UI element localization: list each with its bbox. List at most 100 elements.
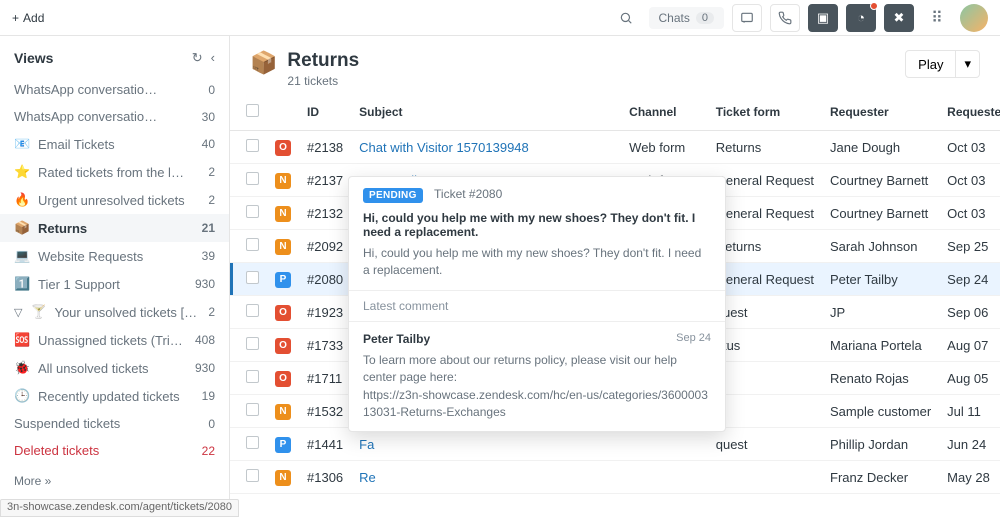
app-icon-3[interactable]: ✖ <box>884 4 914 32</box>
sidebar-item[interactable]: WhatsApp conversations - Unass…30 <box>0 103 229 130</box>
sidebar-item[interactable]: 📦Returns21 <box>0 214 229 242</box>
sidebar-item[interactable]: ⭐Rated tickets from the last 7 d…2 <box>0 158 229 186</box>
sidebar-item-count: 2 <box>208 305 215 319</box>
views-sidebar: Views ↻ ‹ WhatsApp conversations - Assig… <box>0 36 230 499</box>
table-row[interactable]: P#1441FaquestPhillip JordanJun 24- <box>230 428 1000 461</box>
cell-requester: Franz Decker <box>822 461 939 494</box>
popover-link[interactable]: https://z3n-showcase.zendesk.com/hc/en-u… <box>363 388 708 419</box>
sidebar-item[interactable]: 1️⃣Tier 1 Support930 <box>0 270 229 298</box>
table-row[interactable]: N#1150ShJohn CustomerApr 08- <box>230 494 1000 500</box>
col-subject[interactable]: Subject <box>351 98 621 131</box>
chats-pill[interactable]: Chats 0 <box>649 7 724 29</box>
status-badge: P <box>275 437 291 453</box>
sidebar-item-label: Email Tickets <box>38 137 115 152</box>
browser-status-bar: 3n-showcase.zendesk.com/agent/tickets/20… <box>0 499 239 517</box>
play-caret-button[interactable]: ▾ <box>956 50 980 78</box>
app-icon-2[interactable]: ◔ <box>846 4 876 32</box>
col-channel[interactable]: Channel <box>621 98 708 131</box>
conversations-icon[interactable] <box>732 4 762 32</box>
table-header-row: ID Subject Channel Ticket form Requester… <box>230 98 1000 131</box>
sidebar-item-count: 19 <box>202 389 215 403</box>
play-button-group: Play ▾ <box>905 50 980 78</box>
sidebar-item[interactable]: 🆘Unassigned tickets (Triage)408 <box>0 326 229 354</box>
col-id[interactable]: ID <box>299 98 351 131</box>
sidebar-item[interactable]: ▽🍸Your unsolved tickets [Skil…2 <box>0 298 229 326</box>
cell-requester: Jane Dough <box>822 131 939 164</box>
row-checkbox[interactable] <box>246 304 259 317</box>
sidebar-item[interactable]: Suspended tickets0 <box>0 410 229 437</box>
cell-requested: Aug 07 <box>939 329 1000 362</box>
row-checkbox[interactable] <box>246 337 259 350</box>
row-checkbox[interactable] <box>246 238 259 251</box>
cell-id: #1711 <box>299 362 351 395</box>
search-icon[interactable] <box>611 4 641 32</box>
sidebar-item-count: 408 <box>195 333 215 347</box>
status-badge: N <box>275 173 291 189</box>
more-views-link[interactable]: More » <box>0 464 229 498</box>
add-button[interactable]: + Add <box>12 11 44 25</box>
col-ticket-form[interactable]: Ticket form <box>708 98 822 131</box>
sidebar-item-label: Website Requests <box>38 249 143 264</box>
cell-requested: Jul 11 <box>939 395 1000 428</box>
row-checkbox[interactable] <box>246 469 259 482</box>
cell-requested: Apr 08 <box>939 494 1000 500</box>
col-requester[interactable]: Requester <box>822 98 939 131</box>
sidebar-item[interactable]: 🔥Urgent unresolved tickets2 <box>0 186 229 214</box>
row-checkbox[interactable] <box>246 271 259 284</box>
sidebar-item-label: Deleted tickets <box>14 443 99 458</box>
view-emoji-icon: ⭐ <box>14 164 30 180</box>
table-row[interactable]: N#1306ReFranz DeckerMay 28- <box>230 461 1000 494</box>
cell-ticket-form <box>708 461 822 494</box>
cell-id: #2092 <box>299 230 351 263</box>
table-row[interactable]: O#2138Chat with Visitor 1570139948Web fo… <box>230 131 1000 164</box>
sidebar-item-count: 39 <box>202 249 215 263</box>
cell-requested: Aug 05 <box>939 362 1000 395</box>
row-checkbox[interactable] <box>246 172 259 185</box>
cell-subject[interactable]: Chat with Visitor 1570139948 <box>351 131 621 164</box>
ticket-preview-popover: PENDING Ticket #2080 Hi, could you help … <box>348 176 726 432</box>
avatar[interactable] <box>960 4 988 32</box>
row-checkbox[interactable] <box>246 403 259 416</box>
popover-body: Hi, could you help me with my new shoes?… <box>363 245 711 280</box>
cell-requester: Peter Tailby <box>822 263 939 296</box>
app-icon-1[interactable]: ▣ <box>808 4 838 32</box>
sidebar-item-count: 2 <box>208 165 215 179</box>
col-status <box>267 98 299 131</box>
col-requested[interactable]: Requested <box>939 98 1000 131</box>
play-button[interactable]: Play <box>905 50 956 78</box>
sidebar-item[interactable]: 🐞All unsolved tickets930 <box>0 354 229 382</box>
sidebar-item[interactable]: 💻Website Requests39 <box>0 242 229 270</box>
cell-subject[interactable]: Fa <box>351 428 621 461</box>
col-checkbox[interactable] <box>230 98 267 131</box>
row-checkbox[interactable] <box>246 139 259 152</box>
cell-id: #1923 <box>299 296 351 329</box>
main-header: 📦 Returns 21 tickets Play ▾ <box>230 36 1000 98</box>
apps-grid-icon[interactable]: ⠿ <box>922 4 952 32</box>
cell-requested: Sep 24 <box>939 263 1000 296</box>
collapse-icon[interactable]: ‹ <box>211 50 215 66</box>
sidebar-item[interactable]: Deleted tickets22 <box>0 437 229 464</box>
sidebar-item[interactable]: 📧Email Tickets40 <box>0 130 229 158</box>
cell-id: #1306 <box>299 461 351 494</box>
status-badge: N <box>275 470 291 486</box>
plus-icon: + <box>12 11 19 25</box>
row-checkbox[interactable] <box>246 436 259 449</box>
cell-requester: John Customer <box>822 494 939 500</box>
latest-comment-label: Latest comment <box>349 291 725 322</box>
cell-ticket-form: Returns <box>708 131 822 164</box>
status-badge: P <box>275 272 291 288</box>
sidebar-item[interactable]: 🕒Recently updated tickets19 <box>0 382 229 410</box>
phone-icon[interactable] <box>770 4 800 32</box>
cell-requested: Oct 03 <box>939 164 1000 197</box>
row-checkbox[interactable] <box>246 370 259 383</box>
cell-subject[interactable]: Re <box>351 461 621 494</box>
sidebar-item-label: Your unsolved tickets [Skil… <box>54 305 200 320</box>
cell-channel: Web form <box>621 131 708 164</box>
refresh-icon[interactable]: ↻ <box>192 50 203 66</box>
cell-subject[interactable]: Sh <box>351 494 621 500</box>
row-checkbox[interactable] <box>246 205 259 218</box>
page-subtitle: 21 tickets <box>287 74 359 88</box>
sidebar-item[interactable]: WhatsApp conversations - Assig…0 <box>0 76 229 103</box>
cell-requested: May 28 <box>939 461 1000 494</box>
cell-channel <box>621 494 708 500</box>
